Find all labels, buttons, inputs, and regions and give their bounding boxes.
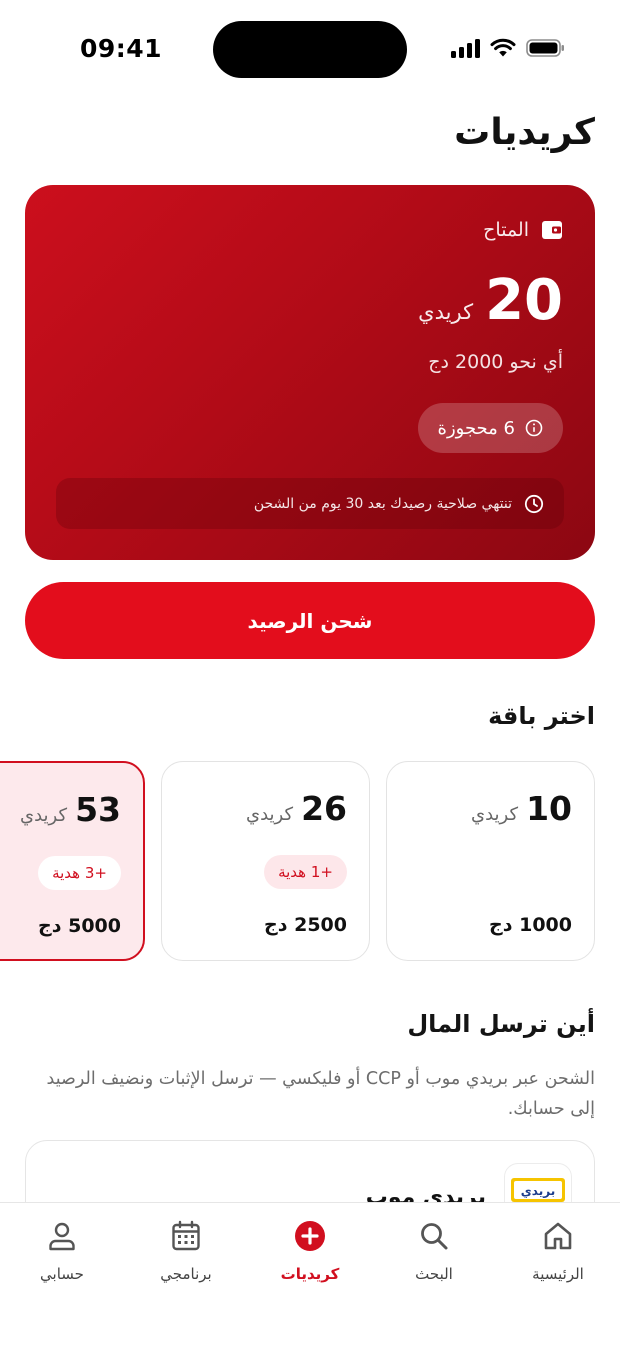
nav-label-schedule: برنامجي: [160, 1265, 212, 1283]
battery-icon: [526, 39, 564, 57]
package-unit: كريدي: [471, 804, 519, 825]
wifi-icon: [490, 38, 516, 57]
gift-badge: +1 هدية: [264, 855, 347, 889]
balance-label: المتاح: [483, 219, 529, 241]
balance-amount: 20: [485, 268, 563, 333]
status-icons: [451, 38, 566, 58]
packages-title: اختر باقة: [488, 702, 595, 730]
balance-unit: كريدي: [418, 300, 474, 324]
nav-label-credits: كريديات: [280, 1265, 340, 1283]
package-price: 1000 دج: [489, 914, 572, 936]
payment-description: الشحن عبر بريدي موب أو CCP أو فليكسي — ت…: [46, 1069, 595, 1119]
package-card-53[interactable]: 53 كريدي +3 هدية 5000 دج: [0, 761, 145, 961]
package-amount: 10: [526, 789, 572, 828]
nav-item-account[interactable]: حسابي: [0, 1203, 124, 1303]
search-icon: [421, 1223, 448, 1250]
balance-amount-row: 20 كريدي: [418, 273, 563, 329]
home-icon: [544, 1222, 572, 1250]
status-time: 09:41: [80, 34, 163, 63]
topup-button[interactable]: شحن الرصيد: [25, 582, 595, 659]
wallet-icon: [542, 221, 562, 239]
status-bar: 09:41: [0, 0, 620, 100]
nav-label-search: البحث: [415, 1265, 453, 1283]
nav-item-home[interactable]: الرئيسية: [496, 1203, 620, 1303]
dynamic-island: [213, 21, 407, 78]
expiry-note: تنتهي صلاحية رصيدك بعد 30 يوم من الشحن: [56, 478, 564, 529]
credits-screen: 09:41 كريديات المتاح 20 كريدي أي نحو 200…: [0, 0, 620, 1348]
expiry-text: تنتهي صلاحية رصيدك بعد 30 يوم من الشحن: [253, 495, 512, 512]
calendar-icon: [172, 1220, 200, 1251]
balance-label-row: المتاح: [483, 219, 563, 241]
package-amount: 53: [75, 790, 121, 829]
nav-label-home: الرئيسية: [532, 1265, 584, 1283]
bottom-nav: الرئيسية البحث كريديات برنامجي حسابي: [0, 1202, 620, 1348]
payment-title: أين ترسل المال: [407, 1010, 595, 1038]
package-price: 5000 دج: [38, 915, 121, 937]
package-unit: كريدي: [20, 805, 68, 826]
balance-approx: أي نحو 2000 دج: [428, 351, 563, 373]
nav-item-schedule[interactable]: برنامجي: [124, 1203, 248, 1303]
package-unit: كريدي: [246, 804, 294, 825]
package-card-26[interactable]: 26 كريدي +1 هدية 2500 دج: [161, 761, 370, 961]
nav-label-account: حسابي: [40, 1265, 84, 1283]
balance-card: المتاح 20 كريدي أي نحو 2000 دج 6 محجوزة …: [25, 185, 595, 560]
page-title: كريديات: [454, 112, 595, 153]
user-icon: [49, 1222, 75, 1251]
reserved-chip[interactable]: 6 محجوزة: [417, 403, 563, 453]
signal-icon: [451, 38, 480, 58]
clock-icon: [524, 494, 544, 513]
package-price: 2500 دج: [264, 914, 347, 936]
plus-circle-icon: [295, 1221, 325, 1251]
package-card-10[interactable]: 10 كريدي 1000 دج: [386, 761, 595, 961]
info-icon: [525, 419, 543, 437]
nav-item-search[interactable]: البحث: [372, 1203, 496, 1303]
reserved-label: 6 محجوزة: [437, 417, 515, 439]
logo-text: بريدي: [521, 1184, 555, 1198]
package-amount: 26: [301, 789, 347, 828]
nav-item-credits[interactable]: كريديات: [248, 1203, 372, 1303]
gift-badge: +3 هدية: [38, 856, 121, 890]
